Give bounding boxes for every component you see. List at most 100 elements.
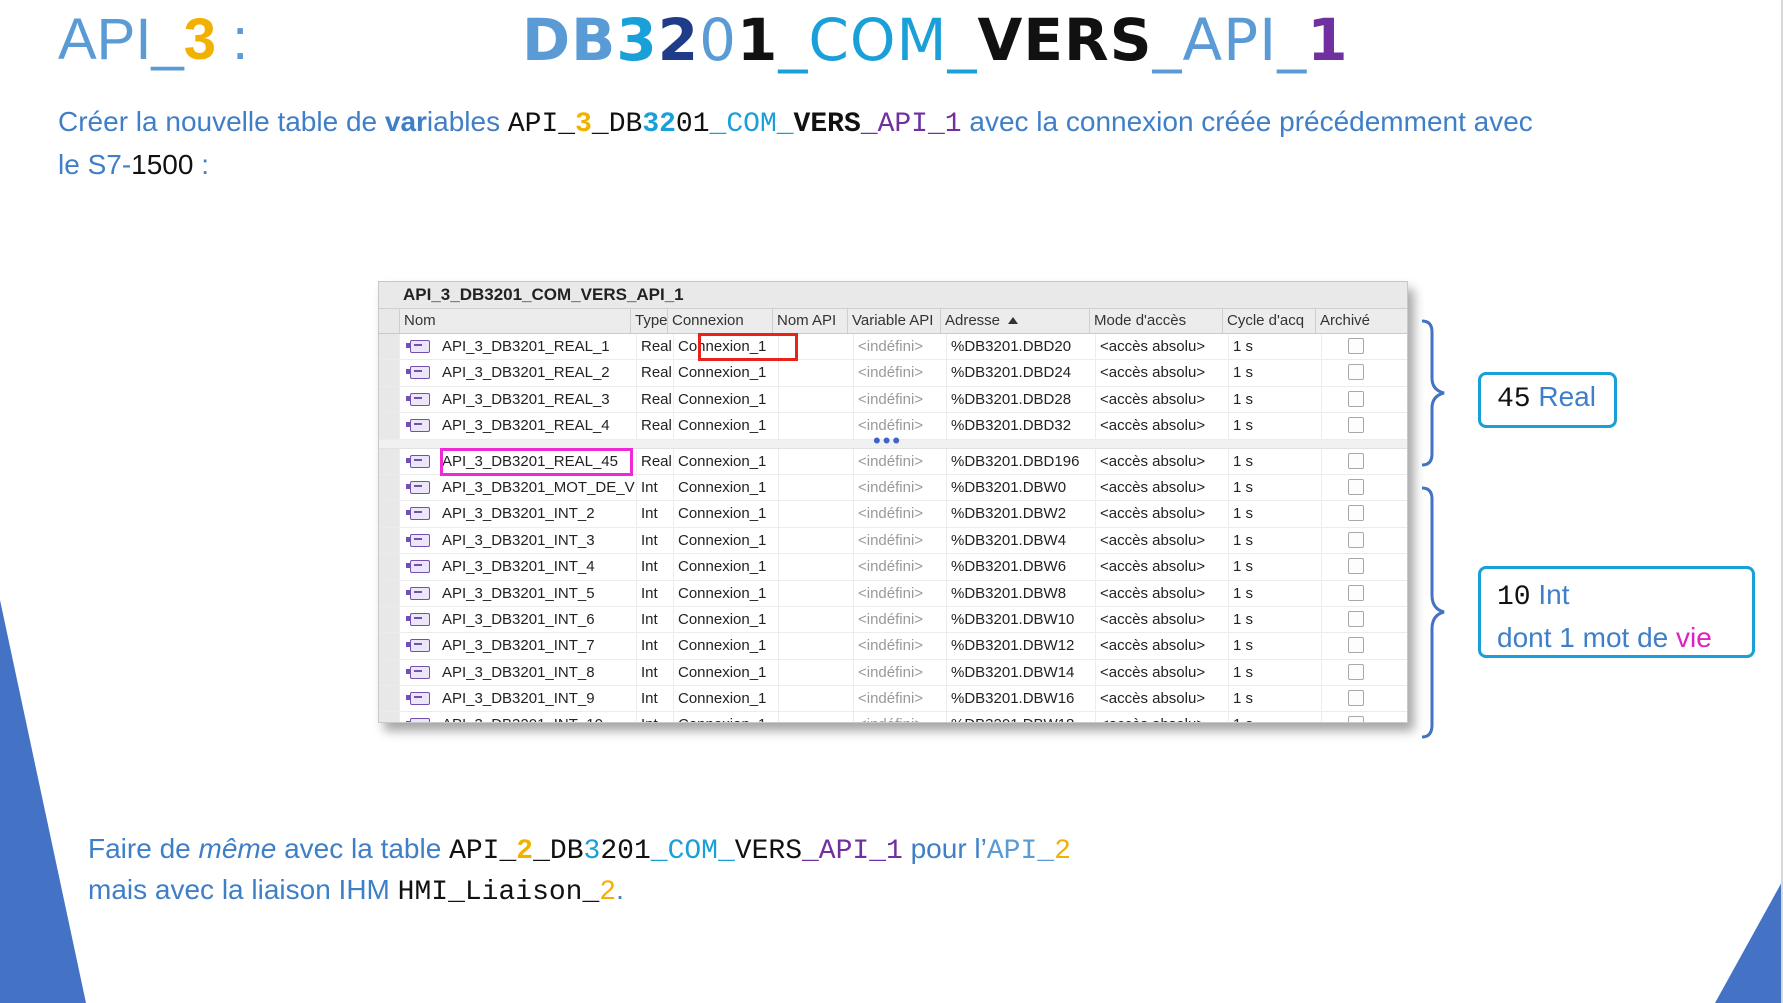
table-row[interactable]: API_3_DB3201_INT_10 IntConnexion_1 <indéfi… <box>379 712 1407 722</box>
tag-type-cell[interactable]: Int <box>637 501 674 527</box>
tag-cycle-cell[interactable]: 1 s <box>1229 474 1322 501</box>
archive-checkbox[interactable] <box>1348 452 1364 469</box>
tag-mode-acces-cell[interactable]: <accès absolu> <box>1096 554 1229 580</box>
tag-mode-acces-cell[interactable]: <accès absolu> <box>1096 334 1229 360</box>
table-row[interactable]: API_3_DB3201_REAL_1 Real Connexion_1 <indéf… <box>379 334 1407 361</box>
tag-archive-cell[interactable] <box>1322 501 1382 526</box>
tag-nom-api-cell[interactable] <box>779 386 854 413</box>
tag-mode-acces-cell[interactable]: <accès absolu> <box>1096 474 1229 501</box>
archive-checkbox[interactable] <box>1348 417 1364 434</box>
tag-variable-api-cell[interactable]: <indéfini> <box>854 501 947 527</box>
tag-adresse-cell[interactable]: %DB3201.DBW10 <box>947 606 1096 633</box>
tag-type-cell[interactable]: Int <box>637 686 674 712</box>
tag-nom-api-cell[interactable] <box>779 633 854 659</box>
tag-type-cell[interactable]: Int <box>637 659 674 686</box>
col-header-type[interactable]: Type <box>631 309 668 333</box>
tag-adresse-cell[interactable]: %DB3201.DBD20 <box>947 334 1096 360</box>
tag-archive-cell[interactable] <box>1322 712 1382 722</box>
tag-type-cell[interactable]: Int <box>637 633 674 659</box>
tag-cycle-cell[interactable]: 1 s <box>1229 448 1322 474</box>
tag-mode-acces-cell[interactable]: <accès absolu> <box>1096 712 1229 722</box>
tag-name-cell[interactable]: API_3_DB3201_REAL_1 <box>400 334 637 360</box>
tag-name-cell[interactable]: API_3_DB3201_INT_3 <box>400 527 637 554</box>
table-row[interactable]: API_3_DB3201_INT_2 Int Connexion_1 <indéfin… <box>379 501 1407 528</box>
table-row[interactable]: API_3_DB3201_INT_4 Int Connexion_1 <indéfin… <box>379 554 1407 581</box>
tag-mode-acces-cell[interactable]: <accès absolu> <box>1096 659 1229 686</box>
tag-connexion-cell[interactable]: Connexion_1 <box>674 554 779 580</box>
tag-connexion-cell[interactable]: Connexion_1 <box>674 633 779 659</box>
col-header-mode-acces[interactable]: Mode d'accès <box>1090 309 1223 333</box>
tag-name-cell[interactable]: API_3_DB3201_REAL_4 <box>400 413 637 439</box>
tag-cycle-cell[interactable]: 1 s <box>1229 686 1322 712</box>
tag-archive-cell[interactable] <box>1322 528 1382 553</box>
tag-name-cell[interactable]: API_3_DB3201_INT_10 <box>400 712 637 722</box>
tag-name-cell[interactable]: API_3_DB3201_MOT_DE_VIE <box>400 474 637 501</box>
col-header-cycle[interactable]: Cycle d'acq <box>1223 309 1316 333</box>
tag-adresse-cell[interactable]: %DB3201.DBW0 <box>947 474 1096 501</box>
tag-archive-cell[interactable] <box>1322 554 1382 579</box>
tag-connexion-cell[interactable]: Connexion_1 <box>674 606 779 633</box>
tag-variable-api-cell[interactable]: <indéfini> <box>854 712 947 722</box>
tag-adresse-cell[interactable]: %DB3201.DBW14 <box>947 659 1096 686</box>
tag-connexion-cell[interactable]: Connexion_1 <box>674 501 779 527</box>
archive-checkbox[interactable] <box>1348 716 1364 722</box>
tag-name-cell[interactable]: API_3_DB3201_INT_2 <box>400 501 637 527</box>
tag-variable-api-cell[interactable]: <indéfini> <box>854 334 947 360</box>
table-row[interactable]: API_3_DB3201_INT_8 Int Connexion_1 <indéfin… <box>379 659 1407 687</box>
tag-adresse-cell[interactable]: %DB3201.DBD196 <box>947 448 1096 474</box>
tag-name-cell[interactable]: API_3_DB3201_INT_8 <box>400 659 637 686</box>
tag-mode-acces-cell[interactable]: <accès absolu> <box>1096 413 1229 439</box>
tag-name-cell[interactable]: API_3_DB3201_INT_9 <box>400 686 637 712</box>
tag-cycle-cell[interactable]: 1 s <box>1229 712 1322 722</box>
tag-mode-acces-cell[interactable]: <accès absolu> <box>1096 580 1229 606</box>
tag-mode-acces-cell[interactable]: <accès absolu> <box>1096 448 1229 474</box>
table-row[interactable]: API_3_DB3201_REAL_2 Real Connexion_1 <indéf… <box>379 360 1407 387</box>
archive-checkbox[interactable] <box>1348 478 1364 495</box>
tag-mode-acces-cell[interactable]: <accès absolu> <box>1096 606 1229 633</box>
tag-connexion-cell[interactable]: Connexion_1 <box>674 448 779 474</box>
tag-archive-cell[interactable] <box>1322 413 1382 438</box>
tag-type-cell[interactable]: Int <box>637 712 674 722</box>
tag-nom-api-cell[interactable] <box>779 606 854 633</box>
tag-connexion-cell[interactable]: Connexion_1 <box>674 413 779 439</box>
tag-cycle-cell[interactable]: 1 s <box>1229 527 1322 554</box>
tag-type-cell[interactable]: Int <box>637 580 674 606</box>
tag-archive-cell[interactable] <box>1322 607 1382 632</box>
tag-archive-cell[interactable] <box>1322 660 1382 685</box>
archive-checkbox[interactable] <box>1348 584 1364 601</box>
tag-adresse-cell[interactable]: %DB3201.DBW12 <box>947 633 1096 659</box>
col-header-adresse[interactable]: Adresse <box>941 309 1090 333</box>
tag-type-cell[interactable]: Real <box>637 386 674 413</box>
tag-type-cell[interactable]: Real <box>637 360 674 386</box>
table-row[interactable]: API_3_DB3201_INT_5 Int Connexion_1 <indéfin… <box>379 580 1407 607</box>
tag-archive-cell[interactable] <box>1322 334 1382 359</box>
tag-variable-api-cell[interactable]: <indéfini> <box>854 659 947 686</box>
archive-checkbox[interactable] <box>1348 505 1364 522</box>
tag-variable-api-cell[interactable]: <indéfini> <box>854 633 947 659</box>
tag-type-cell[interactable]: Real <box>637 334 674 360</box>
tag-mode-acces-cell[interactable]: <accès absolu> <box>1096 386 1229 413</box>
tag-adresse-cell[interactable]: %DB3201.DBW16 <box>947 686 1096 712</box>
tag-archive-cell[interactable] <box>1322 387 1382 412</box>
table-row[interactable]: API_3_DB3201_INT_9 Int Connexion_1 <indéfin… <box>379 686 1407 713</box>
col-header-connexion[interactable]: Connexion <box>668 309 773 333</box>
tag-nom-api-cell[interactable] <box>779 527 854 554</box>
tag-nom-api-cell[interactable] <box>779 360 854 386</box>
tag-archive-cell[interactable] <box>1322 449 1382 474</box>
tag-nom-api-cell[interactable] <box>779 554 854 580</box>
tag-archive-cell[interactable] <box>1322 475 1382 500</box>
tag-connexion-cell[interactable]: Connexion_1 <box>674 386 779 413</box>
table-row[interactable]: API_3_DB3201_MOT_DE_VIE Int Connexion_1 <in… <box>379 474 1407 502</box>
tag-archive-cell[interactable] <box>1322 360 1382 385</box>
tag-archive-cell[interactable] <box>1322 633 1382 658</box>
tag-connexion-cell[interactable]: Connexion_1 <box>674 659 779 686</box>
table-row[interactable]: API_3_DB3201_INT_7 Int Connexion_1 <indéfin… <box>379 633 1407 660</box>
tag-cycle-cell[interactable]: 1 s <box>1229 334 1322 360</box>
archive-checkbox[interactable] <box>1348 558 1364 575</box>
tag-variable-api-cell[interactable]: <indéfini> <box>854 606 947 633</box>
tag-adresse-cell[interactable]: %DB3201.DBW2 <box>947 501 1096 527</box>
tag-adresse-cell[interactable]: %DB3201.DBW4 <box>947 527 1096 554</box>
tag-nom-api-cell[interactable] <box>779 659 854 686</box>
tag-connexion-cell[interactable]: Connexion_1 <box>674 712 779 722</box>
tag-cycle-cell[interactable]: 1 s <box>1229 633 1322 659</box>
